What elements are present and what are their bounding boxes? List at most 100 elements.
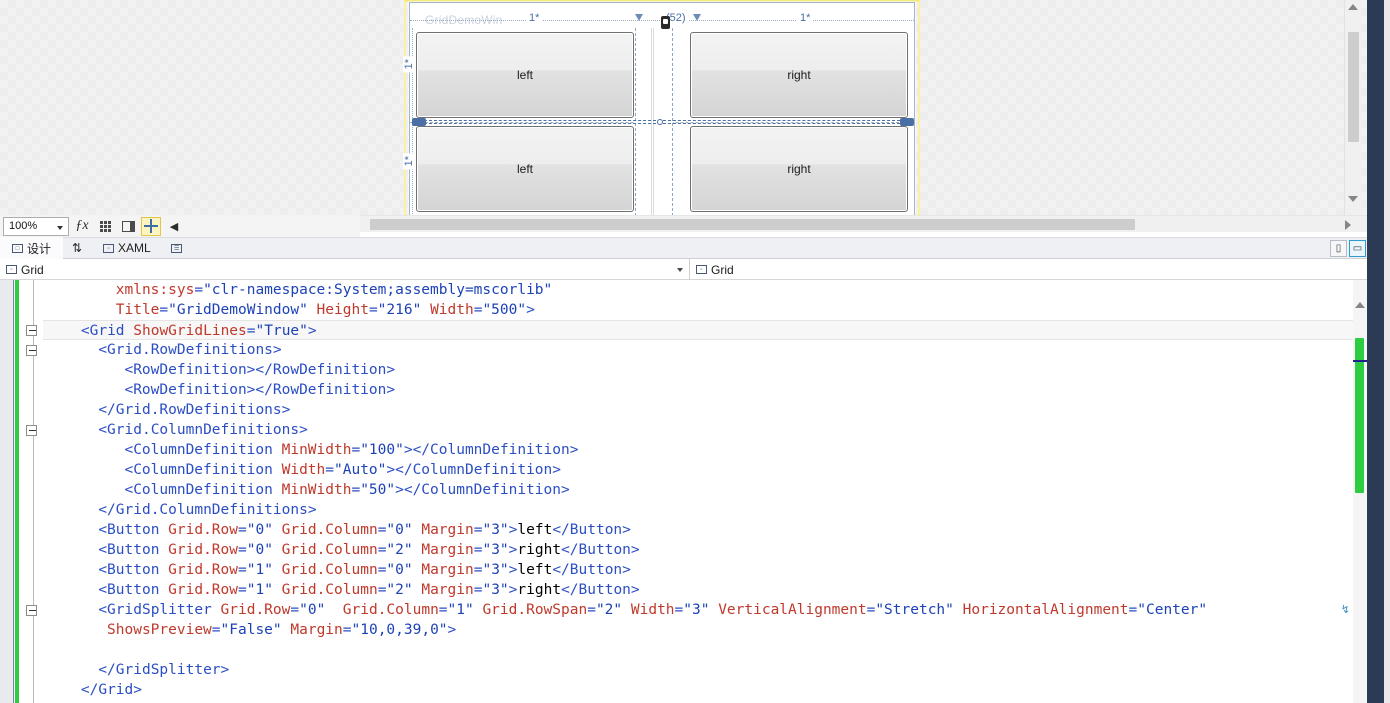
fold-collapse-box[interactable] <box>26 325 37 336</box>
code-token: <Grid <box>80 323 134 339</box>
lock-icon[interactable] <box>661 16 670 29</box>
code-line[interactable]: <Button Grid.Row="0" Grid.Column="0" Mar… <box>43 520 1353 540</box>
fold-collapse-box[interactable] <box>26 605 37 616</box>
code-token: "0" <box>246 522 282 538</box>
code-token: <Button <box>98 562 169 578</box>
code-token: "3" <box>482 522 509 538</box>
code-token: Margin <box>290 622 343 638</box>
fold-guideline <box>33 280 34 703</box>
code-line[interactable]: <Button Grid.Row="1" Grid.Column="0" Mar… <box>43 560 1353 580</box>
code-token: = <box>290 602 300 618</box>
zoom-level-select[interactable]: 100% <box>3 216 69 236</box>
grab-handle-right[interactable] <box>900 118 914 126</box>
xaml-code-editor[interactable]: xmlns:sys="clr-namespace:System;assembly… <box>0 280 1390 703</box>
code-line[interactable]: <ColumnDefinition Width="Auto"></ColumnD… <box>43 460 1353 480</box>
scroll-down-arrow[interactable] <box>1348 196 1358 202</box>
vertical-split-button[interactable]: ▯ <box>1330 240 1347 257</box>
code-token: Height <box>316 302 369 318</box>
chevron-left-icon: ◀ <box>169 220 179 233</box>
code-line[interactable]: ShowsPreview="False" Margin="10,0,39,0"> <box>43 620 1353 640</box>
hscroll-thumb[interactable] <box>370 219 1135 230</box>
code-line[interactable]: </GridSplitter> <box>43 660 1353 680</box>
code-token: = <box>194 282 204 298</box>
scroll-thumb[interactable] <box>1348 32 1359 142</box>
code-line[interactable]: <Button Grid.Row="0" Grid.Column="2" Mar… <box>43 540 1353 560</box>
design-button-right-r0[interactable]: right <box>690 32 908 118</box>
fold-collapse-box[interactable] <box>26 425 37 436</box>
code-token: <RowDefinition></RowDefinition> <box>124 382 396 398</box>
code-line[interactable]: <RowDefinition></RowDefinition> <box>43 380 1353 400</box>
design-button-label: left <box>516 68 533 82</box>
swap-panes-button[interactable]: ⇅ <box>63 238 91 258</box>
column-ruler-label-2: 1* <box>797 12 814 24</box>
grab-handle-left[interactable] <box>412 118 426 126</box>
design-grid-body[interactable]: left right left right <box>410 16 914 215</box>
vertical-split-icon: ▯ <box>1335 243 1342 254</box>
column-splitter-marker-right[interactable] <box>693 14 702 23</box>
code-line[interactable]: <RowDefinition></RowDefinition> <box>43 360 1353 380</box>
code-line[interactable]: <ColumnDefinition MinWidth="100"></Colum… <box>43 440 1353 460</box>
code-line[interactable]: Title="GridDemoWindow" Height="216" Widt… <box>43 300 1353 320</box>
code-line[interactable]: <GridSplitter Grid.Row="0" Grid.Column="… <box>43 600 1353 620</box>
horizontal-split-button[interactable]: ▭ <box>1349 240 1366 257</box>
editor-selection-margin[interactable] <box>0 280 14 703</box>
navigation-bar[interactable]: ▫ Grid ▫ Grid <box>0 259 1390 280</box>
effects-button[interactable] <box>118 217 138 236</box>
code-text-area[interactable]: xmlns:sys="clr-namespace:System;assembly… <box>43 280 1353 703</box>
design-button-left-r1[interactable]: left <box>416 126 634 212</box>
code-line[interactable]: xmlns:sys="clr-namespace:System;assembly… <box>43 280 1353 300</box>
code-line[interactable]: <ColumnDefinition MinWidth="50"></Column… <box>43 480 1353 500</box>
code-token: = <box>211 622 221 638</box>
fx-effects-button[interactable]: ƒx <box>72 217 92 236</box>
chevron-down-icon <box>677 268 683 272</box>
selection-handle-center[interactable] <box>657 119 663 125</box>
code-token: right <box>517 582 562 598</box>
designer-surface[interactable]: GridDemoWin 1* (52) 1* 1* 1* left right … <box>0 0 1367 215</box>
collapse-toolbar-button[interactable]: ◀ <box>164 217 184 236</box>
code-line[interactable]: <Grid ShowGridLines="True"> <box>43 320 1353 340</box>
code-token: VerticalAlignment <box>718 602 867 618</box>
element-scope-value: Grid <box>21 262 44 277</box>
code-token: = <box>325 462 334 478</box>
properties-grid-button[interactable]: ☰ <box>163 238 191 258</box>
fold-collapse-box[interactable] <box>26 345 37 356</box>
column-ruler-label-0: 1* <box>526 12 543 24</box>
properties-icon: ☰ <box>171 243 183 253</box>
designer-vertical-scrollbar[interactable] <box>1344 0 1361 215</box>
code-token: "True" <box>255 323 308 339</box>
grid-splitter-bar[interactable] <box>651 28 654 215</box>
code-line[interactable]: </Grid.ColumnDefinitions> <box>43 500 1353 520</box>
code-token: </GridSplitter> <box>98 662 230 678</box>
editor-fold-gutter[interactable] <box>21 280 43 703</box>
code-token: left <box>517 562 553 578</box>
element-scope-combo[interactable]: ▫ Grid <box>0 259 690 280</box>
code-line[interactable] <box>43 640 1353 660</box>
scroll-up-arrow[interactable] <box>1348 4 1358 10</box>
design-button-left-r0[interactable]: left <box>416 32 634 118</box>
horizontal-split-icon: ▭ <box>1352 243 1363 254</box>
code-line[interactable]: <Grid.ColumnDefinitions> <box>43 420 1353 440</box>
tab-xaml[interactable]: ▫ XAML <box>91 237 163 259</box>
hscroll-right-arrow[interactable] <box>1345 220 1351 230</box>
editor-vertical-scrollbar[interactable] <box>1353 280 1367 703</box>
editor-scroll-up-arrow[interactable] <box>1355 302 1365 308</box>
code-token: "216" <box>377 302 431 318</box>
snap-grid-button[interactable] <box>95 217 115 236</box>
layout-move-button[interactable] <box>141 216 161 236</box>
code-line[interactable]: <Button Grid.Row="1" Grid.Column="2" Mar… <box>43 580 1353 600</box>
view-tab-bar[interactable]: □ 设计 ⇅ ▫ XAML ☰ ▯ ▭ ⌄ <box>0 237 1390 259</box>
design-button-right-r1[interactable]: right <box>690 126 908 212</box>
code-token: "GridDemoWindow" <box>168 302 317 318</box>
code-token: <Button <box>98 522 169 538</box>
code-token: "3" <box>482 562 509 578</box>
designer-zoom-toolbar[interactable]: 100% ƒx ◀ <box>0 215 360 237</box>
column-splitter-marker-left[interactable] <box>635 14 644 23</box>
code-line[interactable]: </Grid.RowDefinitions> <box>43 400 1353 420</box>
zoom-level-value: 100% <box>9 220 38 232</box>
code-token: Width <box>630 602 675 618</box>
code-line[interactable]: <Grid.RowDefinitions> <box>43 340 1353 360</box>
code-line[interactable]: </Grid> <box>43 680 1353 700</box>
code-token: = <box>674 602 684 618</box>
member-scope-combo[interactable]: ▫ Grid <box>690 259 1390 280</box>
tab-design[interactable]: □ 设计 <box>0 237 64 259</box>
